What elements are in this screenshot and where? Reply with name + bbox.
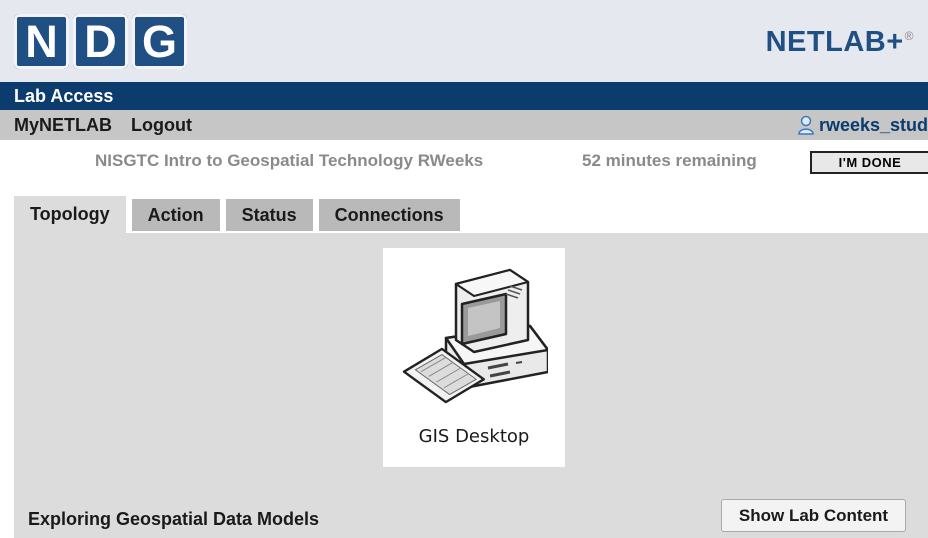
tab-connections[interactable]: Connections bbox=[318, 199, 460, 231]
topology-panel: GIS Desktop Exploring Geospatial Data Mo… bbox=[14, 233, 928, 538]
lab-name: NISGTC Intro to Geospatial Technology RW… bbox=[95, 151, 484, 170]
header: N D G NETLAB+® bbox=[0, 0, 928, 82]
netlab-brand: NETLAB+® bbox=[766, 26, 914, 59]
nav-link-mynetlab[interactable]: MyNETLAB bbox=[14, 115, 112, 135]
show-lab-content-button[interactable]: Show Lab Content bbox=[721, 499, 906, 532]
brand-name: NETLAB+ bbox=[765, 26, 904, 58]
user-account[interactable]: rweeks_stud bbox=[797, 110, 928, 140]
lab-title: Exploring Geospatial Data Models bbox=[28, 509, 320, 529]
im-done-button[interactable]: I'M DONE bbox=[810, 151, 928, 174]
user-icon bbox=[798, 115, 814, 135]
logo-letter-n: N bbox=[14, 14, 69, 69]
registered-mark: ® bbox=[904, 29, 914, 44]
user-name: rweeks_stud bbox=[818, 115, 928, 135]
ndg-logo: N D G bbox=[14, 14, 187, 69]
desktop-computer-icon bbox=[402, 268, 548, 404]
tab-action[interactable]: Action bbox=[131, 199, 220, 231]
lab-info-bar: NISGTC Intro to Geospatial Technology RW… bbox=[0, 140, 928, 180]
tab-status[interactable]: Status bbox=[225, 199, 313, 231]
device-gis-desktop[interactable]: GIS Desktop bbox=[383, 248, 565, 467]
page-title: Lab Access bbox=[14, 86, 114, 106]
logo-letter-d: D bbox=[73, 14, 128, 69]
nav-bar: MyNETLAB Logout rweeks_stud bbox=[0, 110, 928, 140]
logo-letter-g: G bbox=[132, 14, 187, 69]
tab-bar: Topology Action Status Connections bbox=[14, 196, 460, 233]
page-title-bar: Lab Access bbox=[0, 82, 928, 110]
time-remaining: 52 minutes remaining bbox=[582, 151, 757, 170]
device-label: GIS Desktop bbox=[418, 426, 530, 447]
tab-topology[interactable]: Topology bbox=[14, 196, 126, 233]
nav-link-logout[interactable]: Logout bbox=[131, 115, 192, 135]
